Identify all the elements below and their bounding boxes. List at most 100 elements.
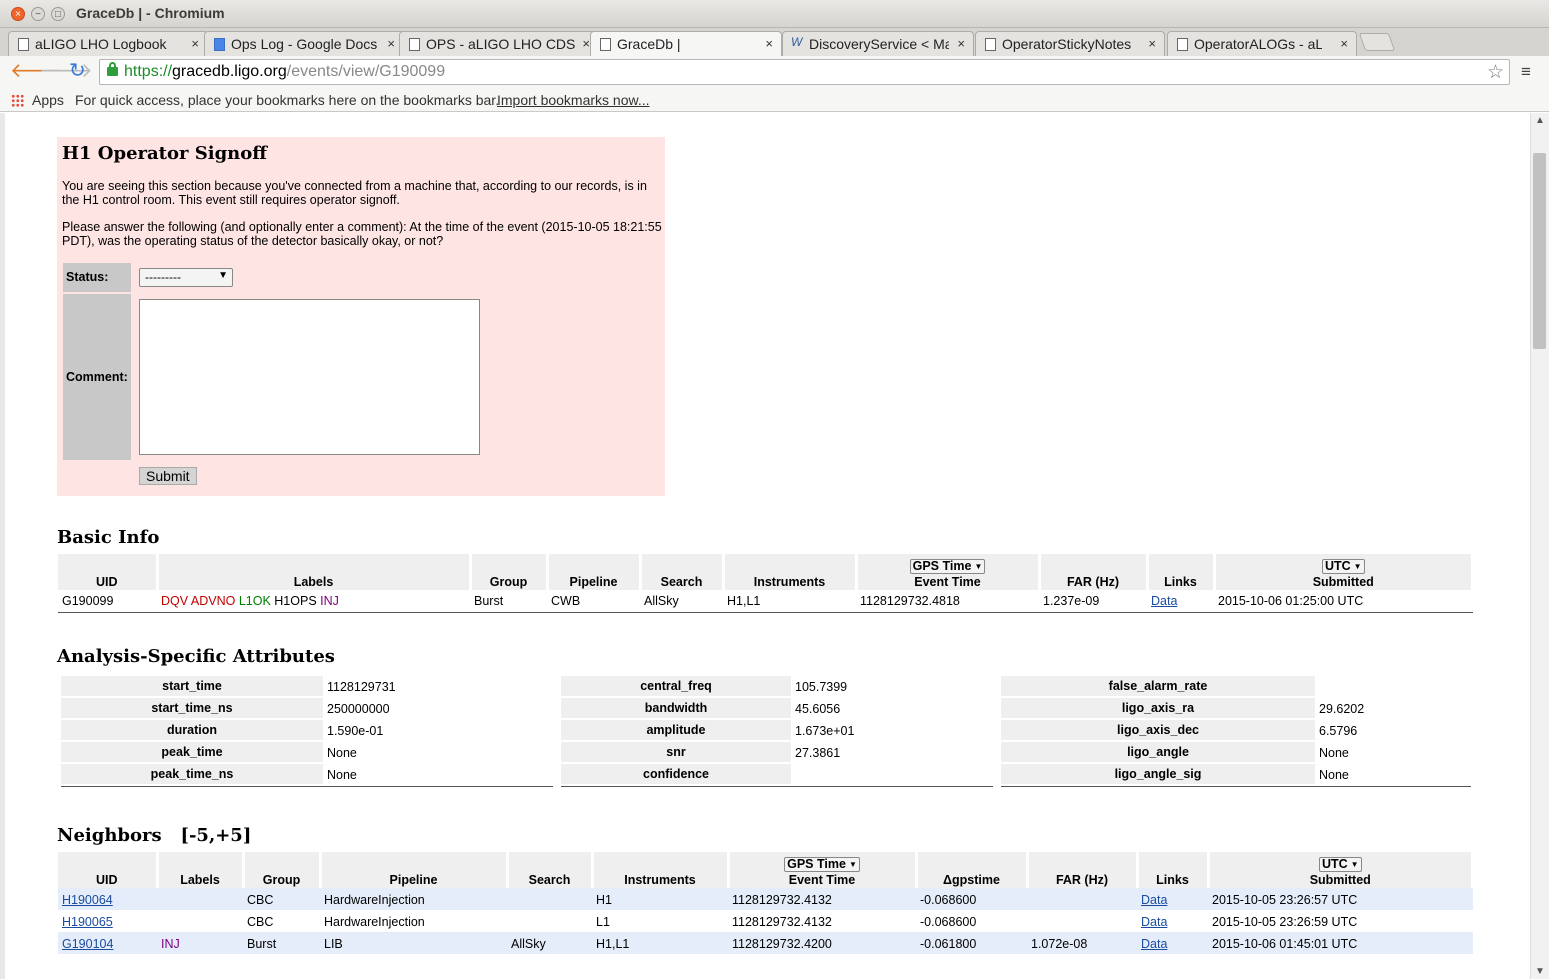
event-link[interactable]: G190104	[62, 937, 113, 951]
basic-info-header-row: UID Labels Group Pipeline Search Instrum…	[58, 554, 1474, 590]
label-badge[interactable]: L1OK	[239, 594, 271, 608]
label-badge[interactable]: H1OPS	[274, 594, 316, 608]
import-bookmarks-link[interactable]: Import bookmarks now...	[497, 92, 650, 108]
cell-instruments: H1	[592, 888, 728, 910]
data-link[interactable]: Data	[1141, 893, 1167, 907]
col-links: Links	[1147, 554, 1216, 590]
gps-time-dropdown[interactable]: GPS Time ▼	[784, 857, 860, 872]
col-group: Group	[243, 852, 322, 888]
tab-label: aLIGO LHO Logbook	[35, 36, 167, 52]
comment-textarea[interactable]	[139, 299, 480, 455]
address-bar[interactable]: https://gracedb.ligo.org/events/view/G19…	[99, 59, 1510, 85]
scroll-down-arrow-icon[interactable]: ▼	[1535, 966, 1545, 977]
bookmarks-hint: For quick access, place your bookmarks h…	[75, 92, 500, 108]
scroll-up-arrow-icon[interactable]: ▲	[1535, 115, 1545, 126]
cell-far: 1.072e-08	[1027, 932, 1137, 954]
attribute-value: 250000000	[327, 702, 390, 716]
browser-menu-icon[interactable]: ≡	[1521, 62, 1531, 82]
tab-aligo-logbook[interactable]: aLIGO LHO Logbook ×	[8, 31, 208, 56]
data-link[interactable]: Data	[1141, 915, 1167, 929]
page-icon	[409, 38, 420, 51]
utc-dropdown-label: UTC	[1324, 559, 1351, 573]
tab-close-icon[interactable]: ×	[957, 36, 965, 51]
cell-labels: INJ	[157, 932, 243, 954]
utc-dropdown[interactable]: UTC ▼	[1321, 559, 1365, 574]
table-row: G190104 INJ Burst LIB AllSky H1,L1 11281…	[58, 932, 1473, 954]
tab-ops-cds[interactable]: OPS - aLIGO LHO CDS ×	[399, 31, 599, 56]
tab-gracedb[interactable]: GraceDb | ×	[590, 31, 782, 57]
tab-close-icon[interactable]: ×	[191, 36, 199, 51]
attribute-value: None	[327, 768, 357, 782]
tab-close-icon[interactable]: ×	[582, 36, 590, 51]
cell-instruments: L1	[596, 914, 610, 929]
data-link[interactable]: Data	[1141, 937, 1167, 951]
table-row: H190065 CBC HardwareInjection L1 1128129…	[58, 910, 1473, 932]
status-select[interactable]: --------- ▼	[139, 268, 233, 287]
col-uid: UID	[58, 554, 159, 590]
neighbors-window: [-5,+5]	[180, 825, 252, 846]
tab-close-icon[interactable]: ×	[1340, 36, 1348, 51]
page-icon	[1177, 38, 1188, 51]
submitted-label: Submitted	[1309, 873, 1371, 887]
event-link[interactable]: H190064	[62, 893, 113, 907]
tab-close-icon[interactable]: ×	[1148, 36, 1156, 51]
col-submitted: UTC ▼ Submitted	[1208, 852, 1474, 888]
col-search: Search	[507, 852, 594, 888]
submit-button[interactable]: Submit	[139, 467, 197, 485]
label-badge[interactable]: ADVNO	[191, 594, 235, 608]
left-gutter	[0, 113, 5, 979]
tab-ops-log[interactable]: Ops Log - Google Docs ×	[204, 31, 404, 56]
scrollbar-thumb[interactable]	[1533, 153, 1546, 349]
col-group: Group	[470, 554, 549, 590]
utc-dropdown[interactable]: UTC ▼	[1318, 857, 1362, 872]
apps-grid-icon[interactable]	[11, 94, 24, 107]
reload-icon[interactable]: ↻	[69, 60, 86, 82]
gps-time-dropdown-label: GPS Time	[787, 857, 846, 871]
vertical-scrollbar[interactable]: ▲ ▼	[1530, 113, 1549, 979]
col-far: FAR (Hz)	[1039, 554, 1149, 590]
col-event-time: GPS Time ▼ Event Time	[728, 852, 918, 888]
bookmarks-bar: Apps For quick access, place your bookma…	[0, 88, 1549, 112]
col-instruments: Instruments	[592, 852, 730, 888]
tab-operator-sticky-notes[interactable]: OperatorStickyNotes ×	[975, 31, 1165, 56]
new-tab-button[interactable]	[1358, 33, 1396, 51]
dropdown-arrow-icon: ▼	[1350, 860, 1359, 869]
tab-close-icon[interactable]: ×	[765, 36, 773, 51]
label-badge[interactable]: DQV	[161, 594, 188, 608]
status-label: Status:	[63, 263, 131, 292]
attribute-row: peak_time None	[61, 742, 553, 764]
attribute-value: 45.6056	[795, 702, 841, 716]
basic-info-heading: Basic Info	[57, 527, 160, 548]
tab-label: DiscoveryService < Ma	[809, 36, 949, 52]
gps-time-dropdown[interactable]: GPS Time ▼	[909, 559, 986, 574]
cell-far: 1.237e-09	[1043, 594, 1100, 609]
event-link[interactable]: H190065	[62, 915, 113, 929]
label-badge[interactable]: INJ	[320, 594, 339, 608]
tab-discovery-service[interactable]: W DiscoveryService < Ma ×	[782, 31, 974, 56]
col-labels: Labels	[157, 852, 245, 888]
apps-button[interactable]: Apps	[32, 92, 64, 108]
window-maximize-icon[interactable]: □	[51, 7, 65, 21]
window-close-icon[interactable]: ×	[11, 7, 25, 21]
bookmark-star-icon[interactable]: ☆	[1487, 61, 1504, 84]
status-selected-value: ---------	[145, 270, 181, 284]
attribute-key: confidence	[561, 764, 791, 786]
tab-operator-alogs[interactable]: OperatorALOGs - aLIGO ×	[1167, 31, 1357, 56]
attribute-value: 1128129731	[327, 680, 396, 694]
window-minimize-icon[interactable]: −	[31, 7, 45, 21]
google-docs-icon	[214, 38, 225, 51]
col-labels: Labels	[157, 554, 472, 590]
dropdown-arrow-icon: ▼	[974, 562, 983, 571]
wiki-icon: W	[791, 35, 803, 49]
cell-dgpstime: -0.068600	[916, 888, 1027, 910]
cell-uid: H190065	[58, 910, 157, 932]
cell-search	[507, 910, 592, 932]
attribute-key: peak_time_ns	[61, 764, 323, 786]
gps-time-dropdown-label: GPS Time	[912, 559, 972, 573]
tab-close-icon[interactable]: ×	[387, 36, 395, 51]
cell-instruments: H1,L1	[727, 594, 761, 609]
attribute-row: duration 1.590e-01	[61, 720, 553, 742]
tab-label: Ops Log - Google Docs	[231, 36, 378, 52]
data-link[interactable]: Data	[1151, 594, 1177, 608]
attribute-row: false_alarm_rate	[1001, 676, 1471, 698]
